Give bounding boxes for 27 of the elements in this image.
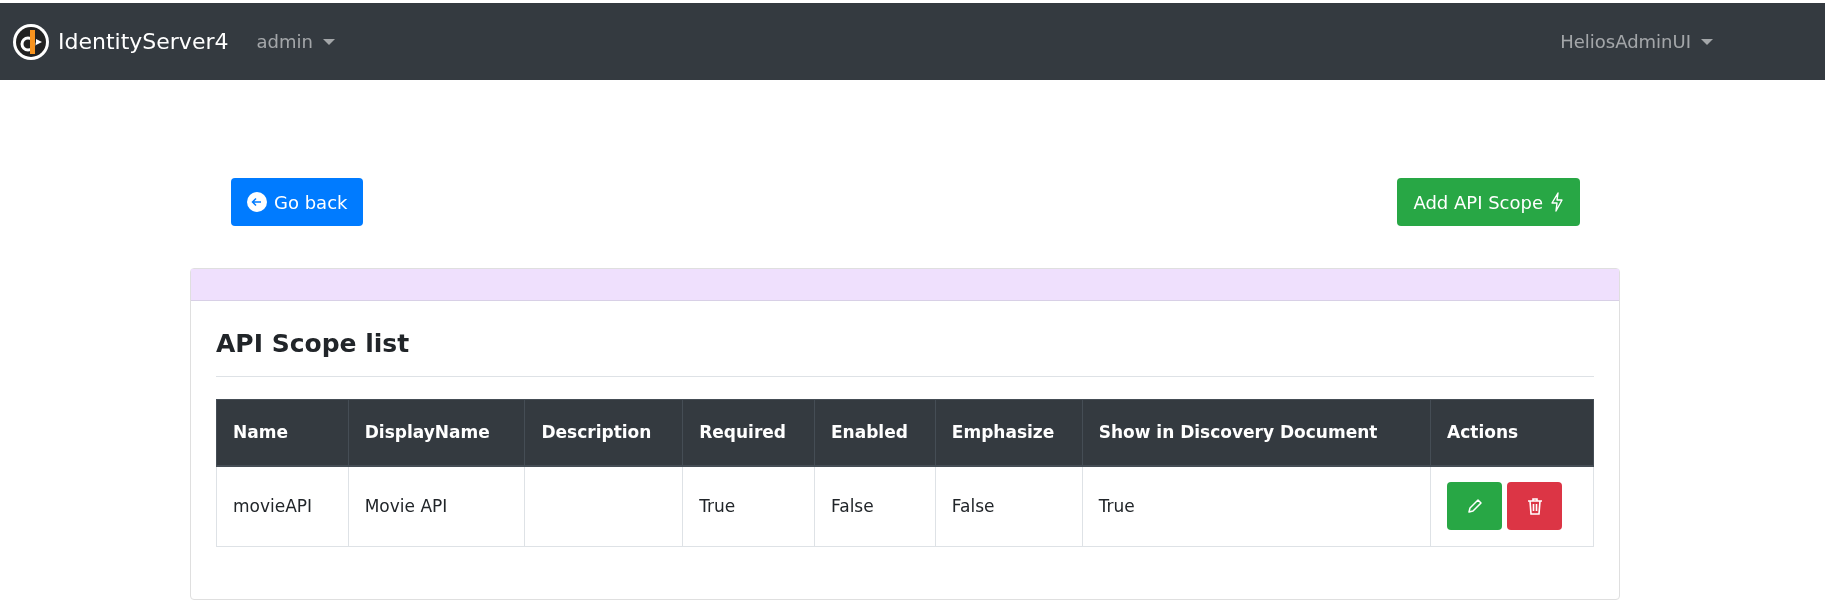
column-header: DisplayName	[348, 399, 525, 466]
column-header: Description	[524, 399, 683, 466]
table-cell: True	[1082, 465, 1431, 546]
column-header: Actions	[1430, 399, 1594, 466]
column-header: Enabled	[814, 399, 936, 466]
trash-icon	[1526, 497, 1543, 515]
user-dropdown[interactable]: HeliosAdminUI	[1560, 31, 1713, 52]
table-cell: Movie API	[348, 465, 525, 546]
logo-icon	[12, 22, 50, 61]
edit-button[interactable]	[1447, 482, 1503, 530]
delete-button[interactable]	[1507, 482, 1563, 530]
brand-link[interactable]: IdentityServer4	[58, 29, 229, 54]
column-header: Required	[682, 399, 815, 466]
table-cell: movieAPI	[216, 465, 349, 546]
pencil-icon	[1465, 497, 1484, 515]
card-title: API Scope list	[216, 329, 1594, 377]
nav-dropdown[interactable]: admin	[256, 31, 335, 52]
column-header: Name	[216, 399, 349, 466]
lightning-icon	[1550, 192, 1564, 212]
table-cell: False	[935, 465, 1083, 546]
arrow-left-icon	[247, 192, 267, 212]
table-cell: True	[682, 465, 815, 546]
add-api-scope-button[interactable]: Add API Scope	[1397, 178, 1580, 226]
go-back-button[interactable]: Go back	[231, 178, 364, 226]
column-header: Show in Discovery Document	[1082, 399, 1431, 466]
column-header: Emphasize	[935, 399, 1083, 466]
table-cell: False	[814, 465, 936, 546]
